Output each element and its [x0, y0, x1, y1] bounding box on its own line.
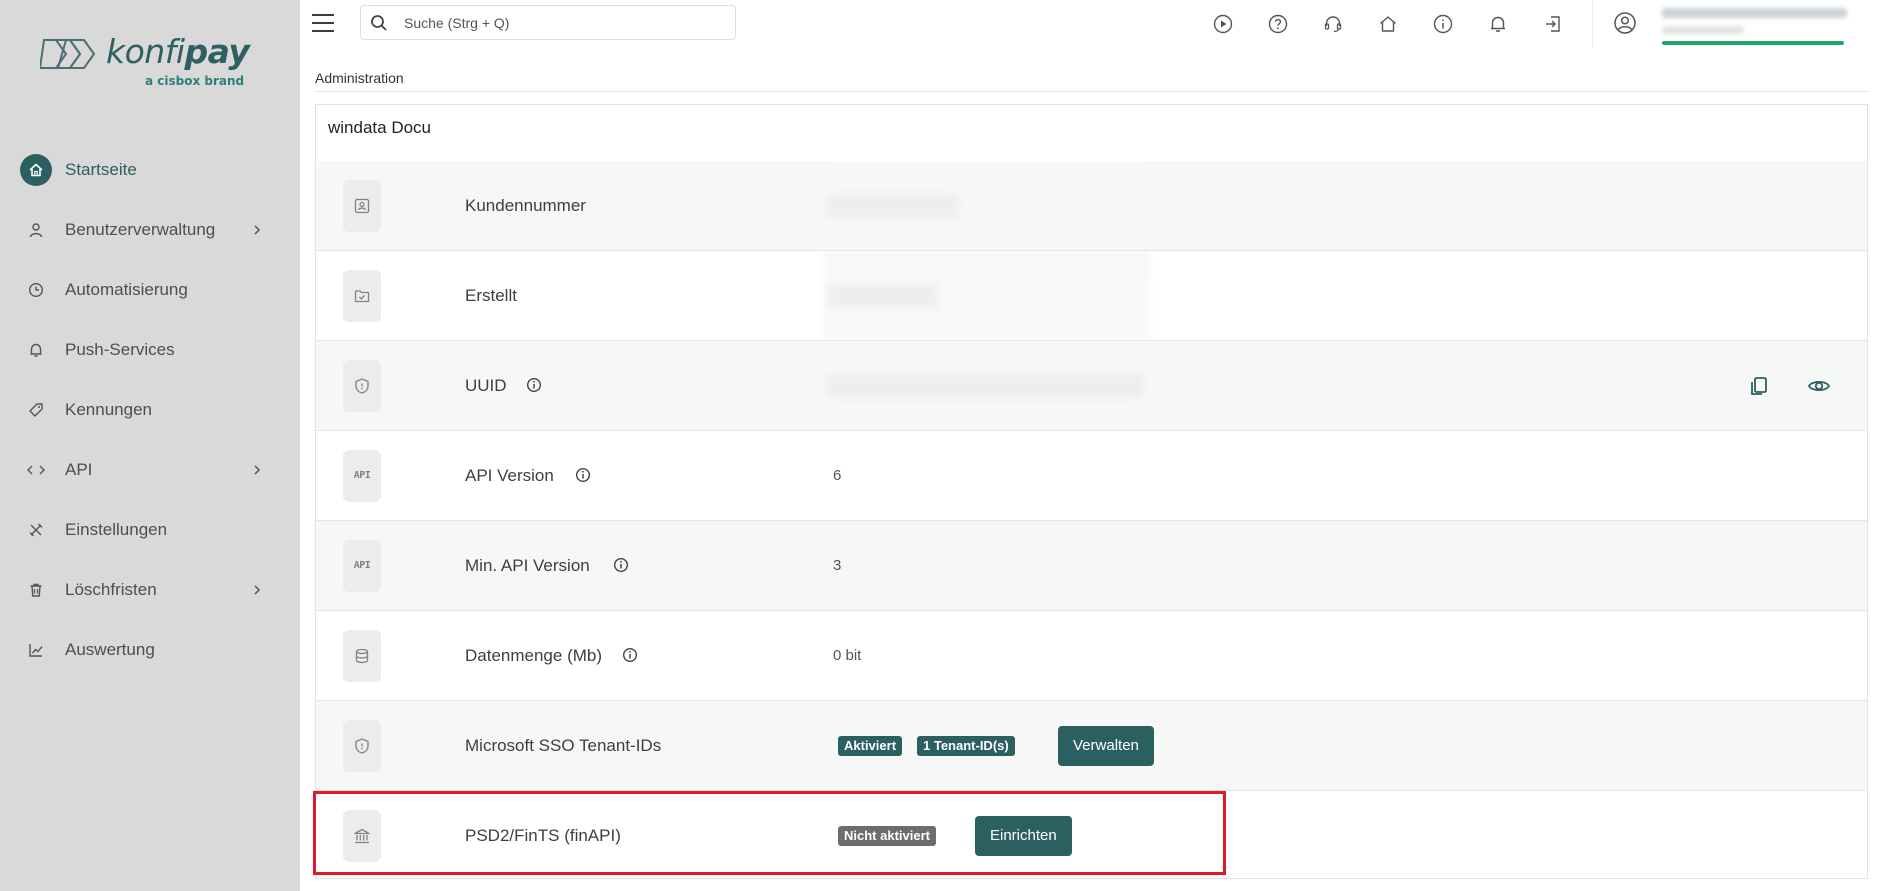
- database-icon: [343, 629, 381, 682]
- sidebar-item-label: Kennungen: [65, 400, 152, 419]
- card-title: windata Docu: [328, 118, 432, 137]
- sidebar-item-label: API: [65, 460, 93, 479]
- search-icon: [371, 15, 387, 31]
- id-card-icon: [343, 179, 381, 232]
- api-icon: API: [343, 449, 381, 502]
- info-icon[interactable]: [526, 377, 542, 398]
- detail-label: API Version: [465, 465, 554, 485]
- sidebar: konfipay a cisbox brand Startseite Benut…: [0, 0, 300, 891]
- detail-row-erstellt: Erstellt: [316, 251, 1867, 341]
- sso-status-badge: Aktiviert: [838, 735, 903, 756]
- headset-icon[interactable]: [1321, 12, 1345, 36]
- detail-label: UUID: [465, 375, 507, 395]
- detail-row-microsoft-sso: Microsoft SSO Tenant-IDs Aktiviert 1 Ten…: [316, 701, 1867, 791]
- bank-icon: [343, 810, 381, 862]
- detail-row-uuid: UUID: [316, 341, 1867, 431]
- search-box[interactable]: [360, 5, 736, 40]
- detail-row-kundennummer: Kundennummer: [316, 161, 1867, 251]
- uuid-value-redacted: [828, 373, 1143, 398]
- kundennummer-value-redacted: [828, 193, 958, 218]
- breadcrumb: Administration: [315, 70, 404, 86]
- detail-row-psd2-fints: PSD2/FinTS (finAPI) Nicht aktiviert Einr…: [316, 791, 1867, 881]
- einrichten-button[interactable]: Einrichten: [975, 816, 1072, 856]
- detail-label: Microsoft SSO Tenant-IDs: [465, 735, 662, 755]
- home-icon[interactable]: [1376, 12, 1400, 36]
- user-icon: [20, 214, 52, 246]
- breadcrumb-divider: [315, 91, 1868, 92]
- sidebar-item-auswertung[interactable]: Auswertung: [0, 620, 300, 680]
- logo-tagline: a cisbox brand: [145, 74, 245, 88]
- chevron-right-icon: [250, 223, 264, 242]
- sidebar-item-einstellungen[interactable]: Einstellungen: [0, 500, 300, 560]
- sidebar-item-automatisierung[interactable]: Automatisierung: [0, 260, 300, 320]
- sidebar-item-benutzerverwaltung[interactable]: Benutzerverwaltung: [0, 200, 300, 260]
- detail-row-min-api-version: API Min. API Version 3: [316, 521, 1867, 611]
- min-api-version-value: 3: [833, 556, 842, 574]
- psd2-status-badge: Nicht aktiviert: [838, 826, 936, 846]
- menu-toggle-icon[interactable]: [312, 14, 334, 32]
- play-circle-icon[interactable]: [1211, 12, 1235, 36]
- sidebar-nav: Startseite Benutzerverwaltung Automatisi…: [0, 140, 300, 680]
- code-icon: [20, 454, 52, 486]
- user-progress-bar: [1662, 41, 1844, 45]
- detail-label: Erstellt: [465, 285, 517, 305]
- info-icon[interactable]: [575, 467, 591, 488]
- bell-icon: [20, 334, 52, 366]
- topbar-divider: [1592, 0, 1593, 47]
- sidebar-item-label: Auswertung: [65, 640, 155, 659]
- erstellt-value-redacted: [828, 283, 938, 308]
- detail-label: Kundennummer: [465, 195, 586, 215]
- sidebar-item-loeschfristen[interactable]: Löschfristen: [0, 560, 300, 620]
- shield-icon: [343, 359, 381, 412]
- folder-check-icon: [343, 269, 381, 322]
- chart-icon: [20, 634, 52, 666]
- tag-icon: [20, 394, 52, 426]
- detail-label: Min. API Version: [465, 555, 590, 575]
- detail-row-api-version: API API Version 6: [316, 431, 1867, 521]
- eye-icon[interactable]: [1807, 374, 1831, 403]
- chevron-right-icon: [250, 463, 264, 482]
- api-icon: API: [343, 539, 381, 592]
- tenant-details-list: Kundennummer Erstellt UUID API API Versi…: [316, 161, 1867, 881]
- sidebar-item-push-services[interactable]: Push-Services: [0, 320, 300, 380]
- trash-icon: [20, 574, 52, 606]
- chevron-right-icon: [250, 583, 264, 602]
- home-icon: [20, 154, 52, 186]
- datenmenge-value: 0 bit: [833, 646, 862, 664]
- info-icon[interactable]: [622, 647, 638, 668]
- clock-icon: [20, 274, 52, 306]
- bell-icon[interactable]: [1486, 12, 1510, 36]
- user-avatar-icon[interactable]: [1613, 11, 1637, 40]
- api-version-value: 6: [833, 466, 842, 484]
- logo-wordmark: konfipay: [106, 32, 250, 71]
- tenant-count-badge: 1 Tenant-ID(s): [917, 735, 1015, 756]
- search-input[interactable]: [404, 6, 724, 39]
- sidebar-item-api[interactable]: API: [0, 440, 300, 500]
- tenant-card: windata Docu Kundennummer Erstellt UUID: [315, 104, 1868, 879]
- logo-mark-icon: [40, 39, 96, 69]
- verwalten-button[interactable]: Verwalten: [1058, 725, 1154, 766]
- help-icon[interactable]: [1266, 12, 1290, 36]
- sidebar-item-label: Benutzerverwaltung: [65, 220, 216, 239]
- copy-icon[interactable]: [1747, 374, 1771, 403]
- sidebar-item-kennungen[interactable]: Kennungen: [0, 380, 300, 440]
- konfipay-logo[interactable]: konfipay a cisbox brand: [40, 30, 250, 90]
- sidebar-item-label: Löschfristen: [65, 580, 157, 599]
- sidebar-item-label: Startseite: [65, 160, 137, 179]
- sidebar-item-label: Automatisierung: [65, 280, 188, 299]
- top-bar: [300, 0, 1885, 47]
- detail-row-datenmenge: Datenmenge (Mb) 0 bit: [316, 611, 1867, 701]
- sidebar-item-label: Einstellungen: [65, 520, 168, 539]
- shield-icon: [343, 719, 381, 772]
- user-role-redacted: [1662, 26, 1744, 34]
- sidebar-item-label: Push-Services: [65, 340, 175, 359]
- user-name-redacted[interactable]: [1662, 8, 1847, 18]
- detail-label: PSD2/FinTS (finAPI): [465, 826, 621, 845]
- detail-label: Datenmenge (Mb): [465, 645, 603, 665]
- sidebar-item-startseite[interactable]: Startseite: [0, 140, 300, 200]
- info-icon[interactable]: [613, 557, 629, 578]
- tools-icon: [20, 514, 52, 546]
- info-icon[interactable]: [1431, 12, 1455, 36]
- logout-icon[interactable]: [1541, 12, 1565, 36]
